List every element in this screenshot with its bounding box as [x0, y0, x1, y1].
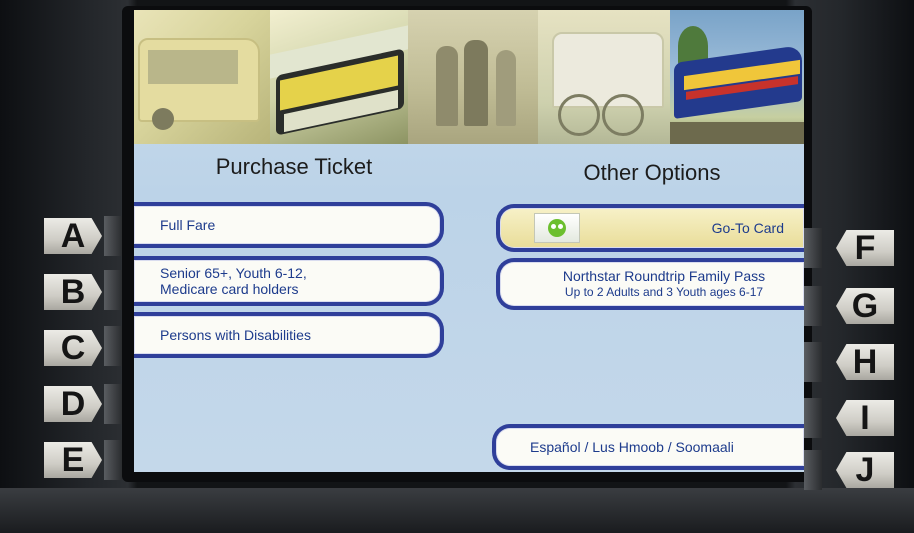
- light-rail-photo: [270, 10, 408, 144]
- persons-with-disabilities-label: Persons with Disabilities: [160, 327, 311, 343]
- key-holder-i: [804, 398, 822, 438]
- key-holder-j: [804, 450, 822, 490]
- side-key-f[interactable]: F: [836, 230, 894, 266]
- key-holder-h: [804, 342, 822, 382]
- senior-youth-label-line1: Senior 65+, Youth 6-12,: [160, 265, 307, 281]
- go-to-card-button[interactable]: Go-To Card: [496, 204, 804, 252]
- side-key-b[interactable]: B: [44, 274, 102, 310]
- side-key-a[interactable]: A: [44, 218, 102, 254]
- purchase-ticket-heading: Purchase Ticket: [215, 154, 373, 179]
- key-holder-a: [104, 216, 122, 256]
- side-key-c[interactable]: C: [44, 330, 102, 366]
- kiosk-screen: Purchase Ticket Other Options Full Fare …: [134, 10, 804, 472]
- family-pass-label-line2: Up to 2 Adults and 3 Youth ages 6-17: [564, 285, 764, 299]
- other-options-heading: Other Options: [583, 160, 721, 185]
- side-key-i[interactable]: I: [836, 400, 894, 436]
- kiosk-bottom-ledge: [0, 488, 914, 533]
- northstar-train-photo: [670, 10, 804, 144]
- side-key-h[interactable]: H: [836, 344, 894, 380]
- commuters-photo: [408, 10, 538, 144]
- key-holder-e: [104, 440, 122, 480]
- go-to-card-label: Go-To Card: [711, 220, 784, 236]
- side-key-j[interactable]: J: [836, 452, 894, 488]
- full-fare-button[interactable]: Full Fare: [134, 202, 444, 248]
- key-holder-g: [804, 286, 822, 326]
- key-holder-c: [104, 326, 122, 366]
- side-key-g[interactable]: G: [836, 288, 894, 324]
- key-holder-b: [104, 270, 122, 310]
- senior-youth-label-line2: Medicare card holders: [160, 281, 299, 297]
- side-key-d[interactable]: D: [44, 386, 102, 422]
- bike-rack-bus-photo: [538, 10, 670, 144]
- northstar-family-pass-button[interactable]: Northstar Roundtrip Family Pass Up to 2 …: [496, 258, 804, 310]
- transit-photo-banner: [134, 10, 804, 144]
- key-holder-d: [104, 384, 122, 424]
- family-pass-label-line1: Northstar Roundtrip Family Pass: [562, 268, 766, 284]
- side-key-e[interactable]: E: [44, 442, 102, 478]
- bus-photo: [134, 10, 270, 144]
- persons-with-disabilities-button[interactable]: Persons with Disabilities: [134, 312, 444, 358]
- language-select-button[interactable]: Español / Lus Hmoob / Soomaali: [492, 424, 804, 470]
- go-to-card-icon: [534, 213, 580, 243]
- full-fare-label: Full Fare: [160, 217, 216, 233]
- key-holder-f: [804, 228, 822, 268]
- senior-youth-medicare-button[interactable]: Senior 65+, Youth 6-12, Medicare card ho…: [134, 256, 444, 306]
- language-select-label: Español / Lus Hmoob / Soomaali: [530, 439, 734, 455]
